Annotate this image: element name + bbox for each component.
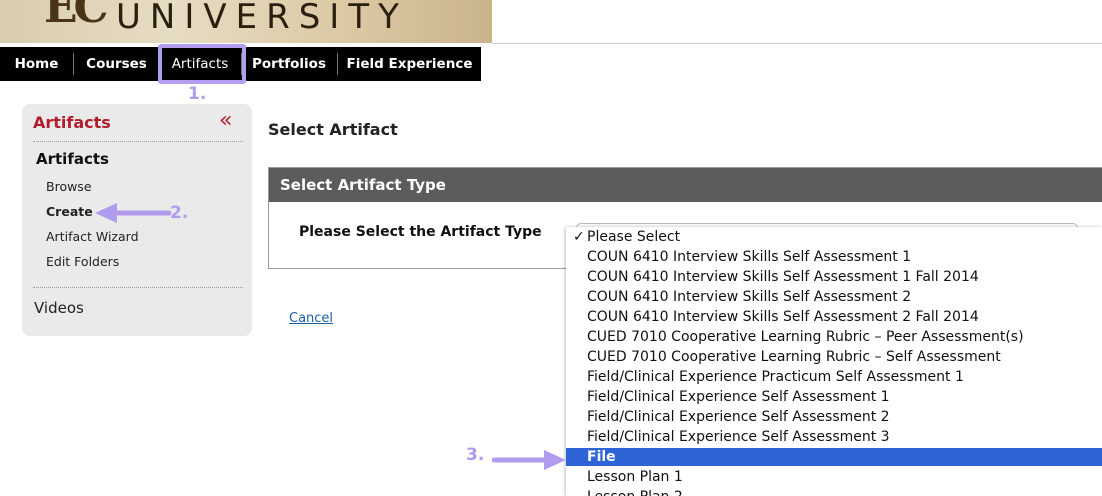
artifact-type-label: Please Select the Artifact Type — [299, 224, 542, 240]
dropdown-option-label: CUED 7010 Cooperative Learning Rubric – … — [587, 329, 1024, 345]
university-crest-logo: EC — [44, 0, 109, 33]
sidebar-divider — [33, 141, 243, 142]
dropdown-option-label: COUN 6410 Interview Skills Self Assessme… — [587, 269, 979, 285]
dropdown-option-label: Field/Clinical Experience Self Assessmen… — [587, 389, 890, 405]
sidebar-item-create[interactable]: Create — [46, 204, 93, 219]
dropdown-option[interactable]: File — [566, 448, 1102, 466]
dropdown-option[interactable]: COUN 6410 Interview Skills Self Assessme… — [566, 308, 1102, 326]
dropdown-option-label: CUED 7010 Cooperative Learning Rubric – … — [587, 349, 1001, 365]
step-3-callout: 3. — [466, 445, 485, 465]
dropdown-option-label: Field/Clinical Experience Self Assessmen… — [587, 429, 890, 445]
artifact-type-dropdown: ✓ Please Select COUN 6410 Interview Skills… — [566, 227, 1102, 496]
dropdown-option[interactable]: Field/Clinical Experience Self Assessmen… — [566, 428, 1102, 446]
dropdown-option[interactable]: COUN 6410 Interview Skills Self Assessme… — [566, 268, 1102, 286]
dropdown-option[interactable]: Field/Clinical Experience Self Assessmen… — [566, 388, 1102, 406]
nav-field-experience[interactable]: Field Experience — [338, 47, 481, 81]
sidebar-title: Artifacts — [33, 113, 111, 132]
nav-home[interactable]: Home — [0, 47, 73, 81]
step-2-arrow-icon — [95, 203, 172, 223]
dropdown-option-label: Lesson Plan 1 — [587, 469, 683, 485]
dropdown-option[interactable]: COUN 6410 Interview Skills Self Assessme… — [566, 248, 1102, 266]
dropdown-option-label: COUN 6410 Interview Skills Self Assessme… — [587, 309, 979, 325]
dropdown-option-label: COUN 6410 Interview Skills Self Assessme… — [587, 249, 912, 265]
dropdown-option[interactable]: Field/Clinical Experience Self Assessmen… — [566, 408, 1102, 426]
dropdown-option[interactable]: CUED 7010 Cooperative Learning Rubric – … — [566, 348, 1102, 366]
dropdown-option[interactable]: Field/Clinical Experience Practicum Self… — [566, 368, 1102, 386]
sidebar-item-videos[interactable]: Videos — [34, 299, 84, 317]
university-wordmark: UNIVERSITY — [116, 0, 408, 37]
dropdown-option-label: Field/Clinical Experience Self Assessmen… — [587, 409, 890, 425]
nav-courses[interactable]: Courses — [74, 47, 159, 81]
sidebar-section-artifacts: Artifacts — [36, 150, 109, 168]
dropdown-option[interactable]: COUN 6410 Interview Skills Self Assessme… — [566, 288, 1102, 306]
dropdown-option[interactable]: Lesson Plan 2 — [566, 488, 1102, 496]
step-1-callout: 1. — [188, 84, 207, 104]
page-title: Select Artifact — [268, 120, 398, 139]
collapse-icon[interactable]: « — [219, 108, 232, 133]
header-divider — [492, 43, 1102, 44]
university-banner: EC UNIVERSITY — [0, 0, 492, 43]
check-icon: ✓ — [573, 229, 585, 245]
dropdown-option[interactable]: Lesson Plan 1 — [566, 468, 1102, 486]
step-2-callout: 2. — [170, 203, 189, 223]
nav-portfolios[interactable]: Portfolios — [242, 47, 336, 81]
sidebar-item-browse[interactable]: Browse — [46, 179, 92, 194]
sidebar-item-artifact-wizard[interactable]: Artifact Wizard — [46, 229, 139, 244]
dropdown-option[interactable]: ✓ Please Select — [566, 228, 1102, 246]
dropdown-option[interactable]: CUED 7010 Cooperative Learning Rubric – … — [566, 328, 1102, 346]
dropdown-option-label: Field/Clinical Experience Practicum Self… — [587, 369, 964, 385]
dropdown-option-label: Lesson Plan 2 — [587, 489, 683, 496]
sidebar-divider — [33, 287, 243, 288]
sidebar-item-edit-folders[interactable]: Edit Folders — [46, 254, 119, 269]
artifacts-highlight-box — [158, 44, 246, 84]
dropdown-option-label: File — [587, 449, 616, 465]
dropdown-option-label: Please Select — [587, 229, 681, 245]
dropdown-option-label: COUN 6410 Interview Skills Self Assessme… — [587, 289, 912, 305]
step-3-arrow-icon — [492, 450, 566, 470]
cancel-link[interactable]: Cancel — [289, 311, 333, 326]
panel-header: Select Artifact Type — [269, 168, 1102, 202]
